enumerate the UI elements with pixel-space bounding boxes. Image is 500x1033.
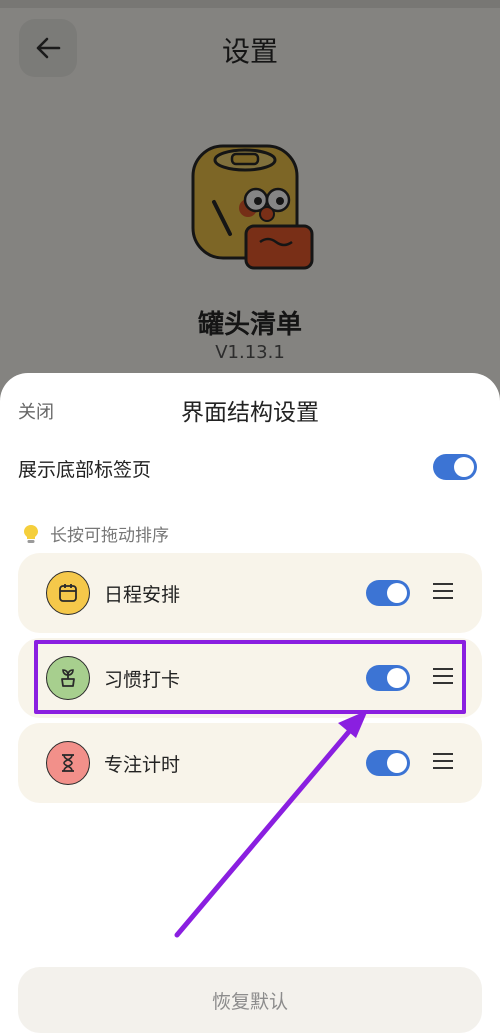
- drag-handle-icon[interactable]: [433, 583, 453, 601]
- drag-hint: 长按可拖动排序: [20, 521, 169, 546]
- tab-item-label: 专注计时: [104, 754, 181, 776]
- calendar-icon: [46, 571, 90, 615]
- show-tabs-label: 展示底部标签页: [18, 459, 152, 481]
- hourglass-icon: [46, 741, 90, 785]
- sheet-title: 界面结构设置: [181, 400, 319, 426]
- drag-handle-icon[interactable]: [433, 753, 453, 771]
- tab-item-schedule[interactable]: 日程安排: [18, 553, 482, 633]
- focus-toggle[interactable]: [366, 750, 410, 776]
- tab-item-label: 日程安排: [104, 584, 181, 606]
- restore-default-button[interactable]: 恢复默认: [18, 967, 482, 1033]
- tab-item-focus[interactable]: 专注计时: [18, 723, 482, 803]
- lightbulb-icon: [24, 524, 38, 543]
- schedule-toggle[interactable]: [366, 580, 410, 606]
- drag-hint-text: 长按可拖动排序: [50, 526, 169, 546]
- highlight-box: [34, 640, 466, 714]
- show-tabs-toggle[interactable]: [433, 454, 477, 480]
